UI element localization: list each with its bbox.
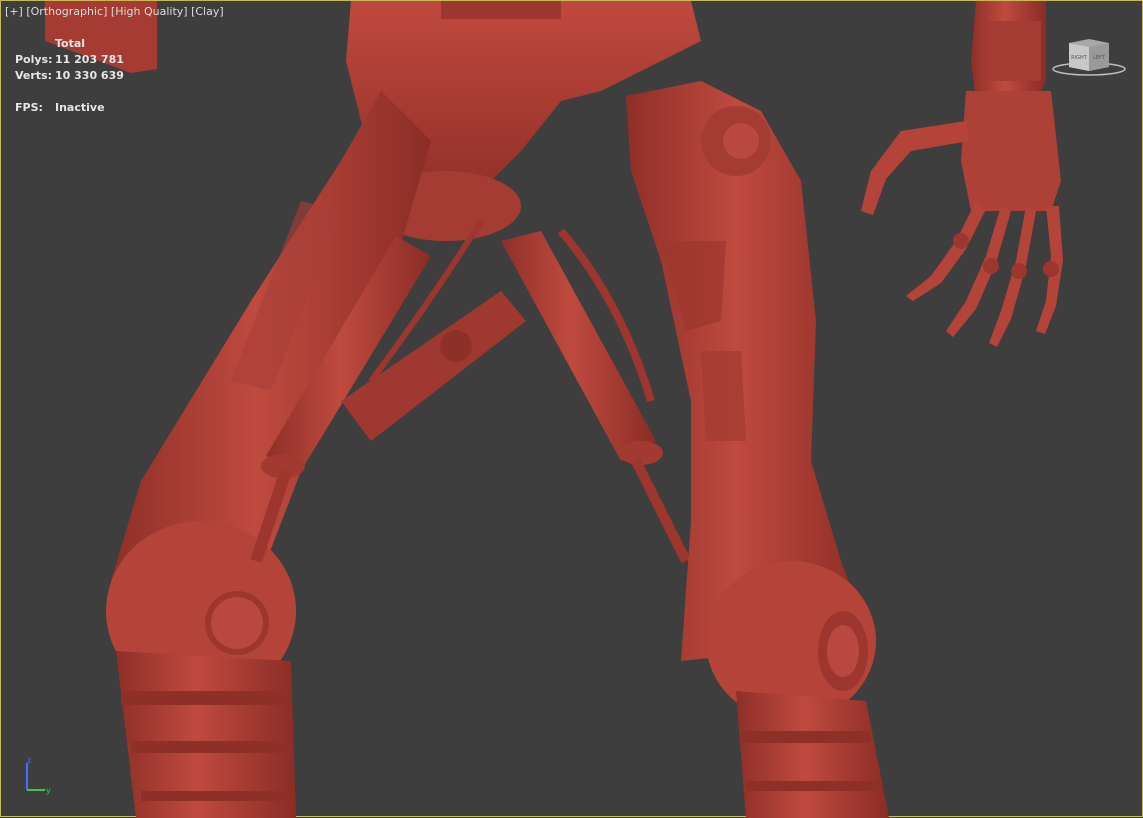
axis-y-label: y: [46, 786, 51, 795]
statistics-overlay: Total Polys: 11 203 781 Verts: 10 330 639 …: [15, 36, 124, 116]
viewcube[interactable]: RIGHT LEFT: [1051, 35, 1131, 79]
clay-robot-render: [45, 1, 1063, 818]
viewport-label: [+] [Orthographic] [High Quality] [Clay]: [5, 5, 224, 18]
verts-value: 10 330 639: [55, 69, 124, 82]
shading-mode-button[interactable]: [Clay]: [191, 5, 224, 18]
viewcube-left-label: LEFT: [1093, 55, 1106, 61]
polys-value: 11 203 781: [55, 53, 124, 66]
shading-quality-button[interactable]: [High Quality]: [111, 5, 188, 18]
fps-value: Inactive: [55, 101, 105, 114]
viewport-menu-button[interactable]: [+]: [5, 5, 23, 18]
view-type-button[interactable]: [Orthographic]: [26, 5, 107, 18]
stats-header: Total: [55, 37, 86, 50]
viewcube-right-label: RIGHT: [1071, 55, 1088, 61]
verts-label: Verts:: [15, 69, 53, 82]
polys-label: Polys:: [15, 53, 53, 66]
axis-z-label: z: [27, 757, 31, 765]
fps-label: FPS:: [15, 101, 43, 114]
viewport[interactable]: [+] [Orthographic] [High Quality] [Clay]…: [0, 0, 1143, 818]
axis-tripod-icon: z y: [26, 757, 51, 795]
